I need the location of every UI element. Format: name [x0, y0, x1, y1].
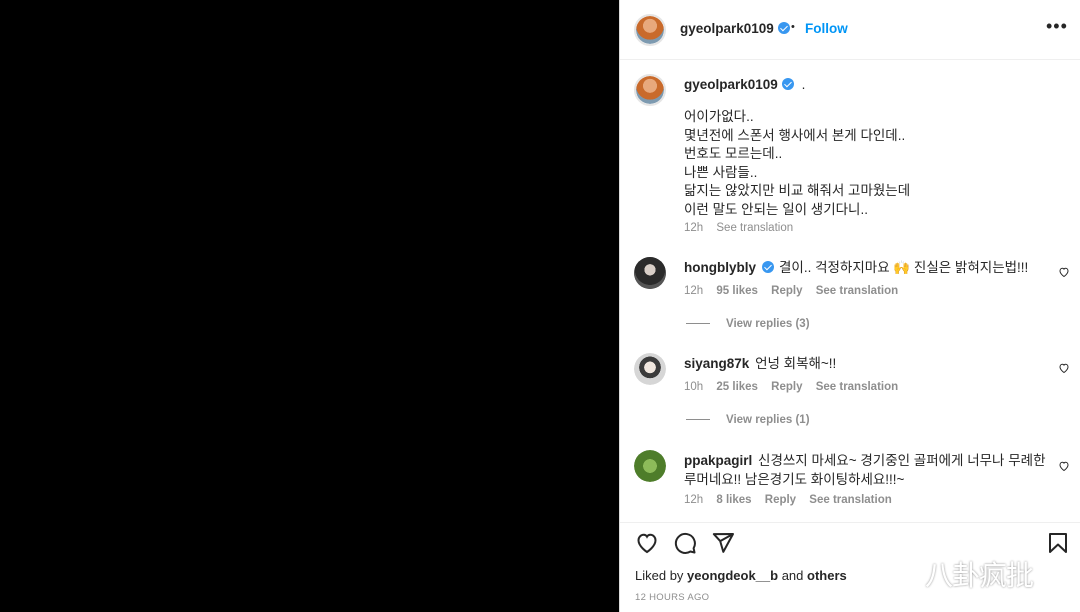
dot-separator: • — [791, 21, 795, 33]
comment-body: 결이.. 걱정하지마요 🙌 진실은 밝혀지는법!!! — [779, 260, 1029, 275]
view-replies-label: View replies (1) — [726, 414, 810, 426]
reply-button[interactable]: Reply — [765, 494, 796, 506]
comment-text: ppakpagirl 신경쓰지 마세요~ 경기중인 골퍼에게 너무나 무례한 루… — [684, 451, 1054, 489]
see-translation-link[interactable]: See translation — [816, 285, 898, 297]
watermark-logo: 八卦疯批 — [925, 559, 1034, 592]
comment-meta: 12h 8 likes Reply See translation — [684, 494, 902, 506]
liked-by-text: Liked by yeongdeok__b and others — [635, 568, 847, 583]
comment-time: 12h — [684, 285, 704, 297]
caption-author-username[interactable]: gyeolpark0109 . — [684, 77, 805, 92]
comment-likes[interactable]: 25 likes — [716, 381, 758, 393]
comment-like-heart-icon[interactable] — [1058, 460, 1070, 472]
comment-likes[interactable]: 8 likes — [716, 494, 751, 506]
heart-icon[interactable] — [635, 531, 659, 555]
verified-badge-icon — [781, 78, 794, 90]
comment-like-heart-icon[interactable] — [1058, 362, 1070, 374]
caption-time: 12h — [684, 222, 704, 234]
see-translation-link[interactable]: See translation — [809, 494, 891, 506]
comment-text: hongblybly 결이.. 걱정하지마요 🙌 진실은 밝혀지는법!!! — [684, 258, 1054, 277]
post-media — [0, 0, 619, 612]
comment-avatar[interactable] — [634, 450, 666, 482]
replies-divider — [686, 323, 710, 325]
view-replies-button[interactable]: View replies (3) — [686, 318, 810, 330]
comment-icon[interactable] — [673, 531, 697, 555]
view-replies-button[interactable]: View replies (1) — [686, 414, 810, 426]
verified-badge-icon — [762, 261, 774, 273]
bookmark-icon[interactable] — [1046, 531, 1070, 555]
comment-likes[interactable]: 95 likes — [716, 285, 758, 297]
caption-title: . — [801, 77, 806, 92]
comment-like-heart-icon[interactable] — [1058, 266, 1070, 278]
comment-text: siyang87k 언넝 회복해~!! — [684, 354, 1054, 373]
more-options-icon[interactable]: ••• — [1046, 17, 1068, 40]
comment-username[interactable]: ppakpagirl — [684, 453, 752, 468]
liked-by-prefix: Liked by — [635, 568, 684, 583]
liked-by-others-link[interactable]: others — [807, 568, 847, 583]
comment-avatar[interactable] — [634, 353, 666, 385]
view-replies-label: View replies (3) — [726, 318, 810, 330]
liked-by-user-link[interactable]: yeongdeok__b — [687, 568, 778, 583]
comment-username[interactable]: hongblybly — [684, 260, 756, 275]
reply-button[interactable]: Reply — [771, 381, 802, 393]
caption-meta: 12h See translation — [684, 222, 803, 234]
comment-time: 10h — [684, 381, 704, 393]
author-username[interactable]: gyeolpark0109 — [680, 21, 790, 36]
share-icon[interactable] — [711, 531, 735, 555]
caption-text: 어이가없다.. 몇년전에 스폰서 행사에서 본게 다인데.. 번호도 모르는데.… — [684, 109, 911, 217]
comment-meta: 10h 25 likes Reply See translation — [684, 381, 908, 393]
author-avatar[interactable] — [634, 14, 666, 46]
see-translation-link[interactable]: See translation — [816, 381, 898, 393]
see-translation-link[interactable]: See translation — [716, 222, 793, 234]
reply-button[interactable]: Reply — [771, 285, 802, 297]
liked-by-and: and — [781, 568, 804, 583]
comment-time: 12h — [684, 494, 704, 506]
post-header: gyeolpark0109 • Follow ••• — [620, 0, 1080, 60]
replies-divider — [686, 419, 710, 421]
post-side-panel: gyeolpark0109 • Follow ••• gyeolpark0109… — [619, 0, 1080, 612]
verified-badge-icon — [777, 22, 790, 34]
comment-body: 언넝 회복해~!! — [755, 356, 837, 371]
comment-meta: 12h 95 likes Reply See translation — [684, 285, 908, 297]
comment-avatar[interactable] — [634, 257, 666, 289]
comment-username[interactable]: siyang87k — [684, 356, 749, 371]
caption-author-avatar[interactable] — [634, 74, 666, 106]
follow-button[interactable]: Follow — [805, 21, 848, 36]
post-timestamp[interactable]: 12 HOURS AGO — [635, 592, 709, 603]
